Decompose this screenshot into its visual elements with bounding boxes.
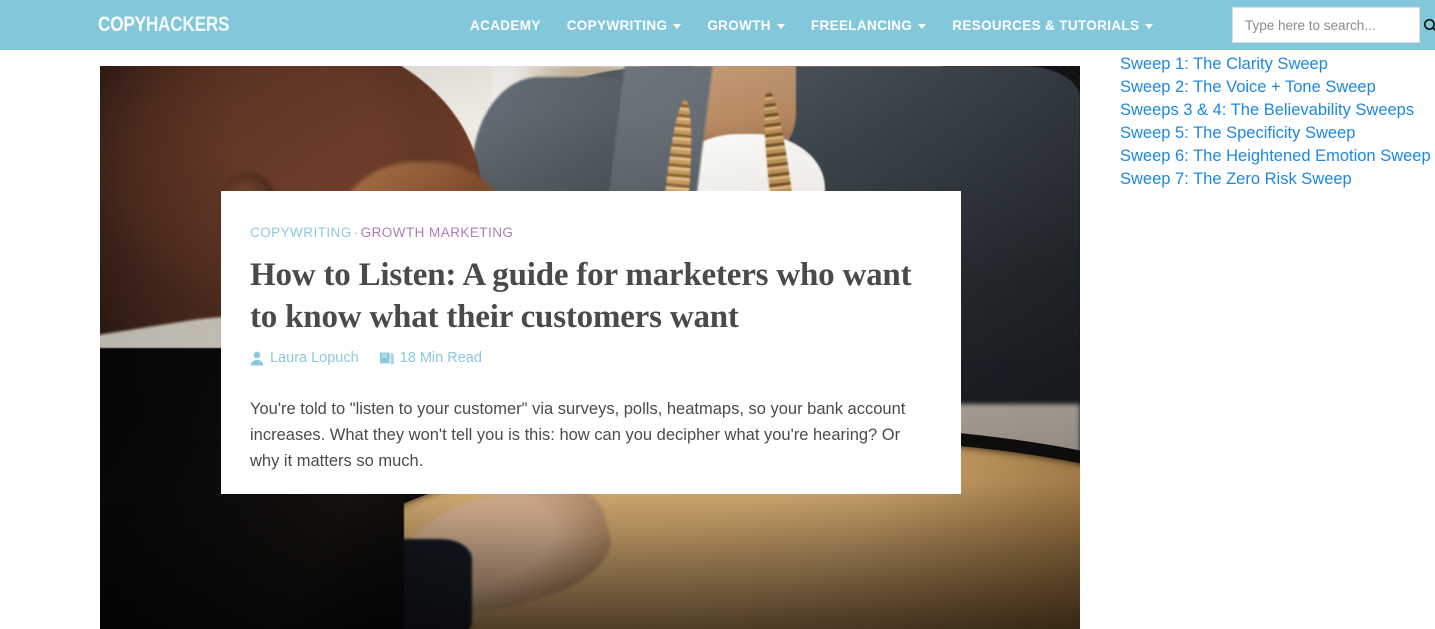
article-card: COPYWRITING · GROWTH MARKETING How to List… (221, 191, 961, 494)
byline-author[interactable]: Laura Lopuch (250, 350, 359, 366)
site-header: COPYHACKERS ACADEMY COPYWRITING GROWTH F… (0, 0, 1435, 50)
sidebar-link-sweep-1[interactable]: Sweep 1: The Clarity Sweep (1120, 53, 1430, 76)
nav-item-resources-and-tutorials[interactable]: RESOURCES & TUTORIALS (952, 17, 1154, 33)
nav-item-label: FREELANCING (810, 17, 913, 33)
read-time-text: 18 Min Read (399, 350, 482, 366)
author-name: Laura Lopuch (270, 350, 359, 366)
category-link-copywriting[interactable]: COPYWRITING (250, 225, 352, 240)
main-navigation: ACADEMY COPYWRITING GROWTH FREELANCING R… (470, 0, 1154, 50)
search-icon[interactable] (1422, 17, 1435, 34)
sidebar-link-sweep-6[interactable]: Sweep 6: The Heightened Emotion Sweep (1120, 145, 1431, 168)
category-link-growth-marketing[interactable]: GROWTH MARKETING (361, 225, 514, 240)
nav-item-label: COPYWRITING (566, 17, 668, 33)
sidebar-link-sweep-5[interactable]: Sweep 5: The Specificity Sweep (1120, 122, 1430, 145)
category-separator: · (353, 225, 359, 240)
nav-item-freelancing[interactable]: FREELANCING (810, 17, 927, 33)
logo-text-hackers: HACKERS (145, 13, 230, 36)
user-icon (250, 351, 264, 365)
nav-item-growth[interactable]: GROWTH (707, 18, 785, 33)
chevron-down-icon (918, 23, 927, 29)
search-box[interactable] (1232, 7, 1435, 43)
sidebar-link-sweeps-3-and-4[interactable]: Sweeps 3 & 4: The Believability Sweeps (1120, 99, 1430, 122)
article-title[interactable]: How to Listen: A guide for marketers who… (250, 254, 920, 338)
chevron-down-icon (1145, 23, 1154, 29)
nav-item-copywriting[interactable]: COPYWRITING (567, 18, 682, 33)
nav-item-academy[interactable]: ACADEMY (470, 18, 541, 33)
chevron-down-icon (776, 23, 785, 29)
logo-text-copy: COPY (98, 13, 146, 36)
nav-item-label: GROWTH (707, 17, 771, 33)
chevron-down-icon (673, 23, 682, 29)
sidebar-related-links: Sweep 1: The Clarity Sweep Sweep 2: The … (1120, 53, 1431, 191)
nav-item-label: ACADEMY (470, 17, 541, 33)
byline-read-time: 18 Min Read (379, 350, 482, 366)
article-categories: COPYWRITING · GROWTH MARKETING (250, 225, 921, 240)
sidebar-link-sweep-7[interactable]: Sweep 7: The Zero Risk Sweep (1120, 168, 1430, 191)
sidebar-link-sweep-2[interactable]: Sweep 2: The Voice + Tone Sweep (1120, 76, 1430, 99)
nav-item-label: RESOURCES & TUTORIALS (952, 17, 1140, 33)
book-icon (379, 352, 394, 365)
search-input[interactable] (1245, 17, 1422, 33)
article-byline: Laura Lopuch 18 Min Read (250, 350, 921, 366)
site-logo[interactable]: COPYHACKERS (98, 13, 230, 36)
article-excerpt: You're told to "listen to your customer"… (250, 400, 906, 470)
